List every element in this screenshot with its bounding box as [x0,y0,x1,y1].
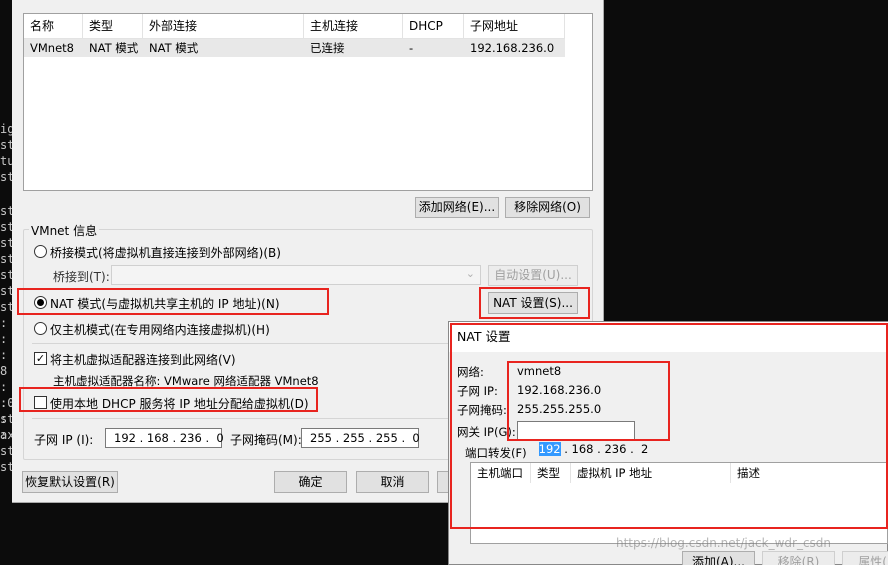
network-label: 网络: [457,365,484,379]
nat-dialog-title: NAT 设置 [449,322,888,352]
ok-button[interactable]: 确定 [274,471,347,493]
network-list-header: 名称 类型 外部连接 主机连接 DHCP 子网地址 [24,14,565,39]
column-header-subnet[interactable]: 子网地址 [464,14,565,39]
nat-mode-radio[interactable] [34,296,47,309]
column-header-name[interactable]: 名称 [24,14,83,39]
port-forward-label: 端口转发(F) [465,446,527,460]
column-header-description[interactable]: 描述 [731,463,888,483]
watermark-text: https://blog.csdn.net/jack_wdr_csdn [616,536,832,550]
network-value: vmnet8 [517,364,562,378]
gateway-selected-text: 192 [538,442,561,456]
terminal-line: : [0,316,8,330]
nat-settings-button[interactable]: NAT 设置(S)... [488,292,578,314]
cancel-button[interactable]: 取消 [356,471,429,493]
terminal-line: : [0,380,8,394]
connect-adapter-checkbox[interactable]: ✓ [34,352,47,365]
use-dhcp-checkbox[interactable] [34,396,47,409]
table-row[interactable]: VMnet8 NAT 模式 NAT 模式 已连接 - 192.168.236.0 [24,39,565,57]
column-header-host-connection[interactable]: 主机连接 [304,14,403,39]
add-port-forward-button[interactable]: 添加(A)... [682,551,755,565]
terminal-line: 8 [0,364,8,378]
host-only-mode-radio[interactable] [34,322,47,335]
terminal-line: : [0,348,8,362]
gateway-rest-text: . 168 . 236 . 2 [560,442,649,456]
column-header-type[interactable]: 类型 [83,14,143,39]
bridge-to-dropdown[interactable]: ⌄ [111,265,481,285]
gateway-ip-input[interactable]: 192 . 168 . 236 . 2 [517,421,648,456]
port-forward-table[interactable]: 主机端口 类型 虚拟机 IP 地址 描述 [470,462,888,544]
auto-settings-button[interactable]: 自动设置(U)... [488,265,578,286]
bridge-to-label: 桥接到(T): [53,270,110,284]
nat-subnet-ip-value: 192.168.236.0 [517,383,602,397]
column-header-dhcp[interactable]: DHCP [403,14,464,39]
remove-port-forward-button[interactable]: 移除(R) [762,551,835,565]
subnet-ip-label: 子网 IP (I): [34,433,94,447]
use-dhcp-label[interactable]: 使用本地 DHCP 服务将 IP 地址分配给虚拟机(D) [50,395,309,412]
gateway-label: 网关 IP(G): [457,425,516,439]
cell-dhcp: - [409,41,414,55]
column-header-host-port[interactable]: 主机端口 [471,463,531,483]
nat-mode-label[interactable]: NAT 模式(与虚拟机共享主机的 IP 地址)(N) [50,295,280,312]
adapter-name-text: 主机虚拟适配器名称: VMware 网络适配器 VMnet8 [53,374,319,388]
connect-adapter-label[interactable]: 将主机虚拟适配器连接到此网络(V) [50,351,236,368]
cell-subnet: 192.168.236.0 [470,41,555,55]
cell-type: NAT 模式 [89,41,139,55]
host-only-mode-label[interactable]: 仅主机模式(在专用网络内连接虚拟机)(H) [50,321,270,338]
column-header-vm-ip[interactable]: 虚拟机 IP 地址 [571,463,731,483]
chevron-down-icon: ⌄ [465,267,475,280]
remove-network-button[interactable]: 移除网络(O) [505,197,590,218]
cell-external: NAT 模式 [149,41,199,55]
add-network-button[interactable]: 添加网络(E)... [415,197,499,218]
bridge-mode-radio[interactable] [34,245,47,258]
nat-settings-dialog: NAT 设置 网络: vmnet8 子网 IP: 192.168.236.0 子… [448,321,888,565]
bridge-mode-label[interactable]: 桥接模式(将虚拟机直接连接到外部网络)(B) [50,244,281,261]
properties-button[interactable]: 属性(P) [842,551,888,565]
nat-subnet-mask-value: 255.255.255.0 [517,402,602,416]
subnet-ip-input[interactable]: 192 . 168 . 236 . 0 [105,428,224,448]
terminal-line: : [0,332,8,346]
cell-name: VMnet8 [30,41,74,55]
nat-subnet-mask-label: 子网掩码: [457,403,507,417]
nat-subnet-ip-label: 子网 IP: [457,384,498,398]
subnet-mask-label: 子网掩码(M): [230,433,302,447]
column-header-type[interactable]: 类型 [531,463,571,483]
vmnet-info-title: VMnet 信息 [29,222,100,239]
restore-defaults-button[interactable]: 恢复默认设置(R) [22,471,118,493]
network-list-table[interactable]: 名称 类型 外部连接 主机连接 DHCP 子网地址 VMnet8 NAT 模式 … [23,13,593,191]
column-header-external[interactable]: 外部连接 [143,14,304,39]
subnet-mask-input[interactable]: 255 . 255 . 255 . 0 [301,428,420,448]
cell-host-connection: 已连接 [310,41,345,55]
